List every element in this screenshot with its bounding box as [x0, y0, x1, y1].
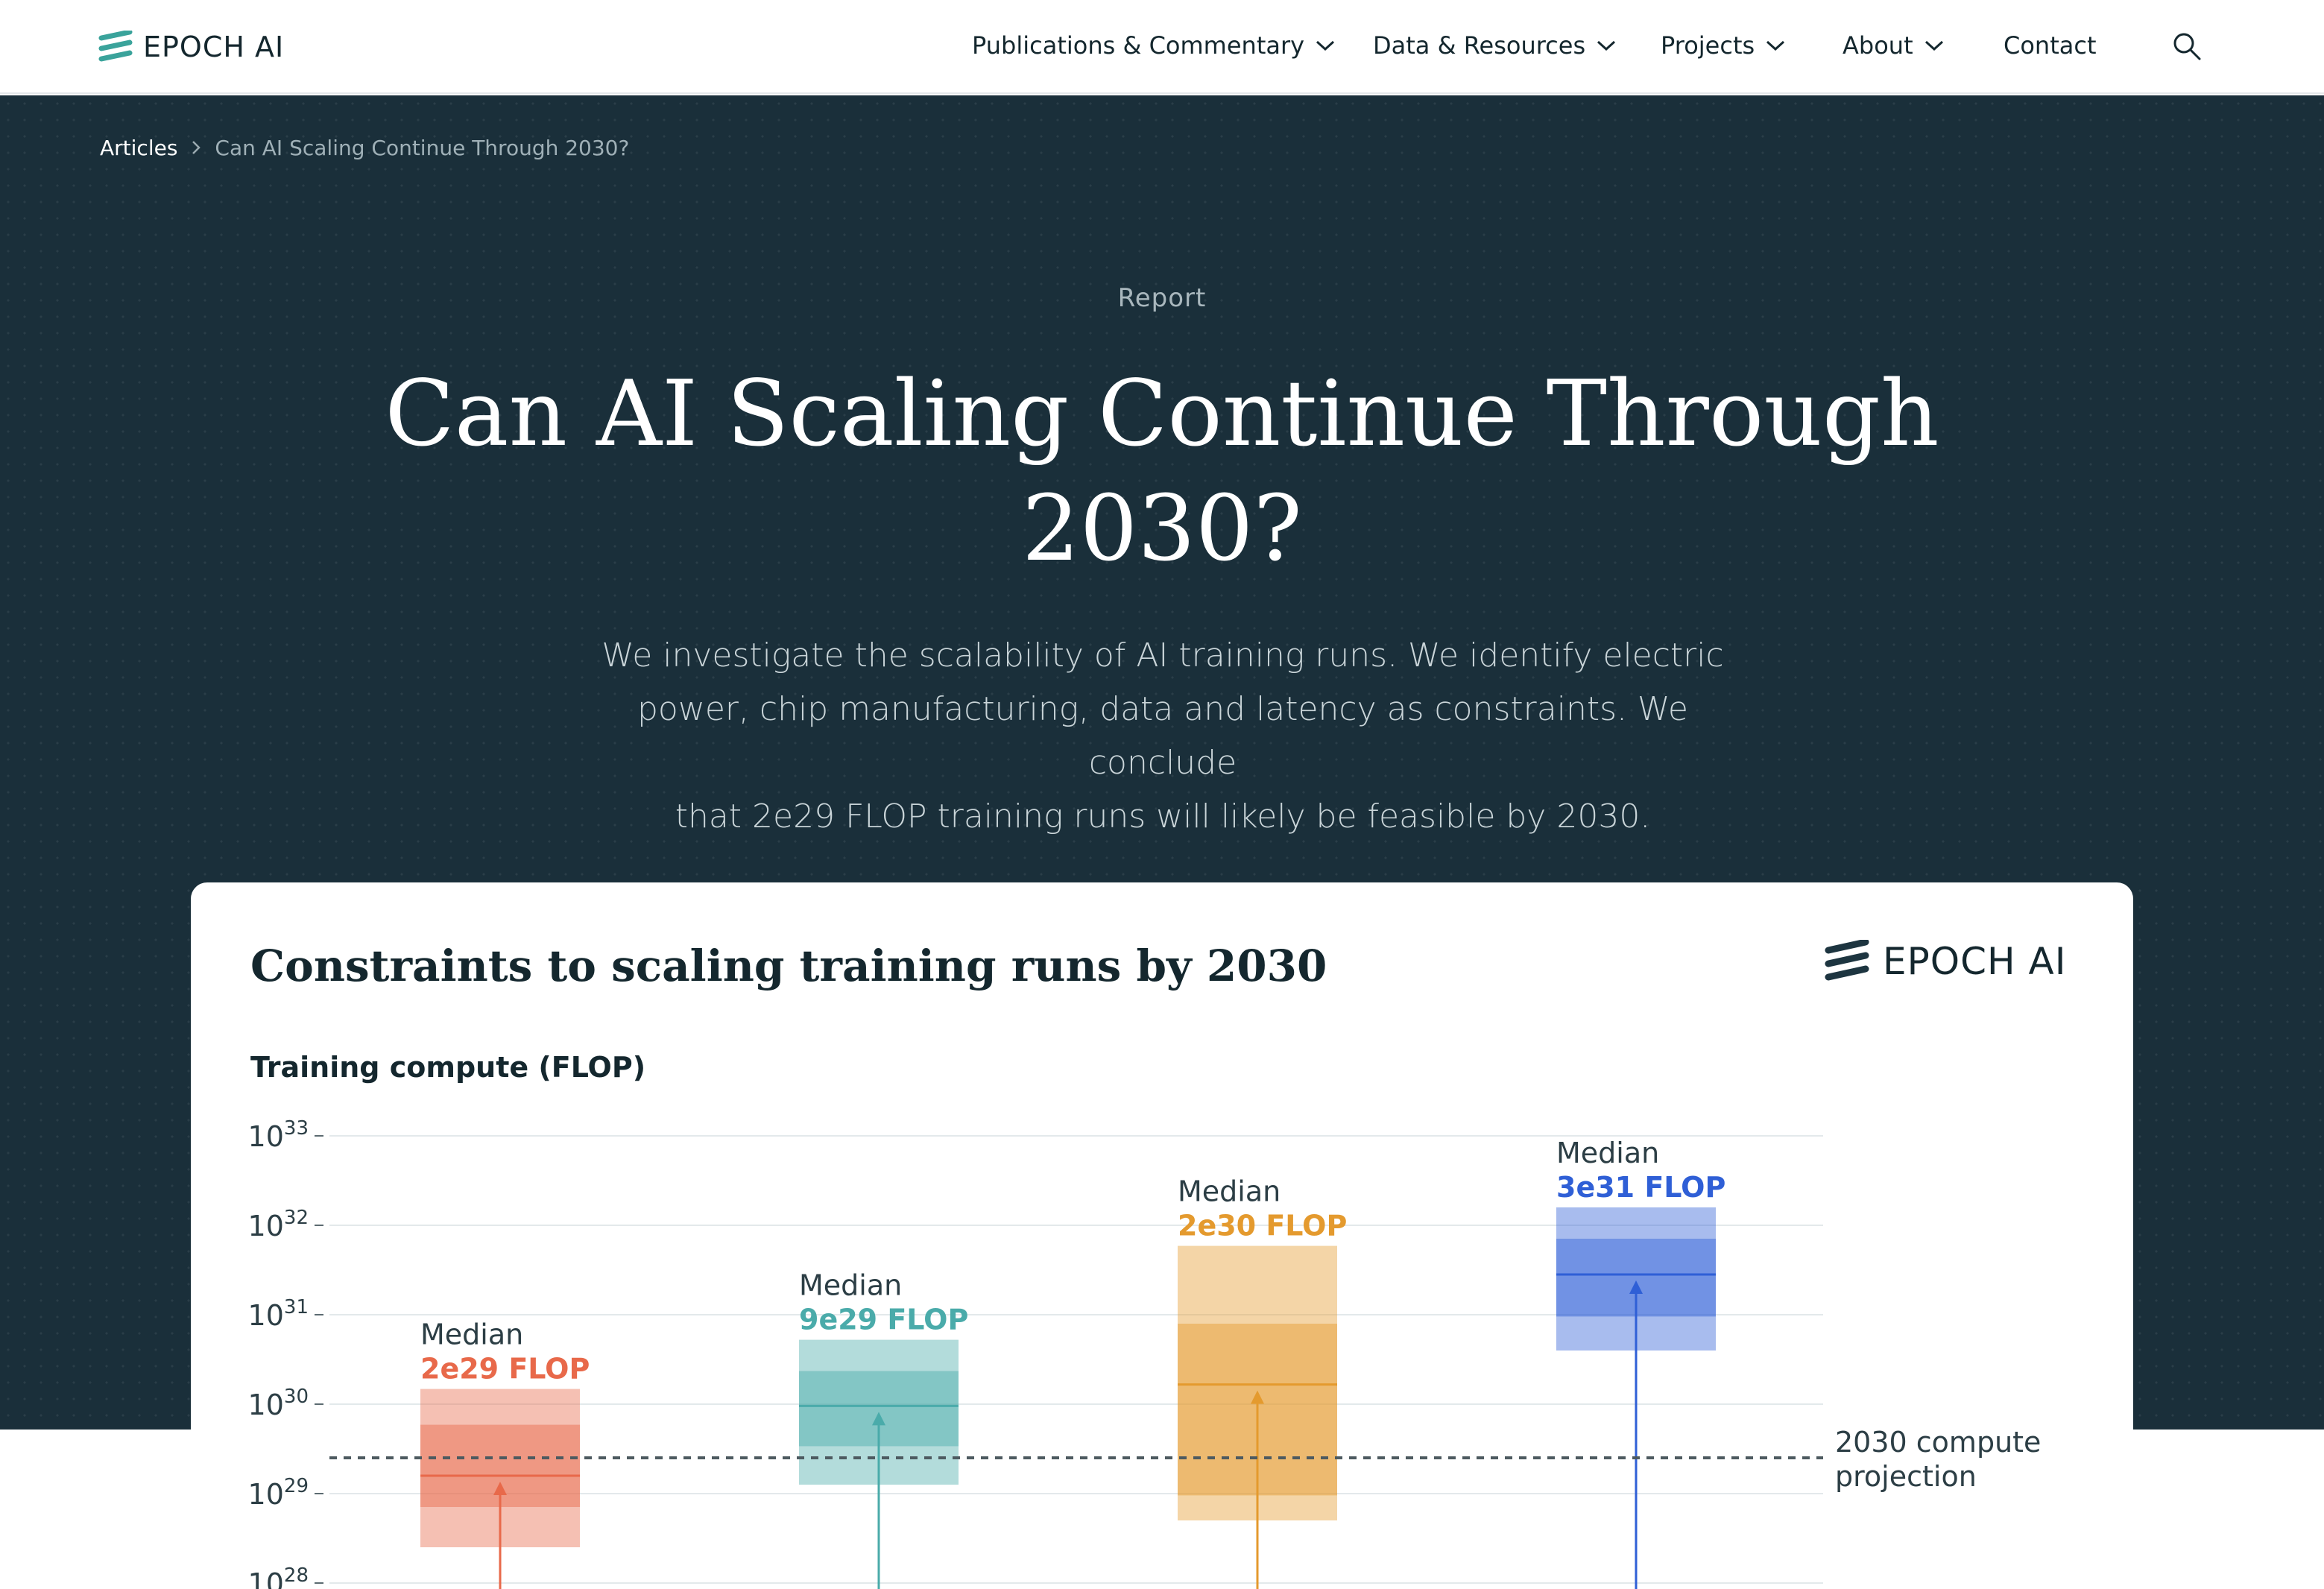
median-word-label: Median	[799, 1269, 902, 1302]
subtitle-line-3: that 2e29 FLOP training runs will likely…	[675, 797, 1651, 835]
median-value-label: 9e29 FLOP	[799, 1304, 968, 1336]
breadcrumb-current: Can AI Scaling Continue Through 2030?	[215, 135, 630, 160]
breadcrumb-articles-link[interactable]: Articles	[100, 136, 177, 160]
median-word-label: Median	[1556, 1137, 1659, 1169]
page-subtitle: We investigate the scalability of AI tra…	[566, 629, 1759, 844]
y-tick-label: 1030	[248, 1386, 309, 1421]
median-word-label: Median	[1178, 1175, 1281, 1208]
nav-item-label: About	[1843, 31, 1913, 60]
projection-label-line-1: 2030 compute	[1835, 1426, 2041, 1459]
constraints-chart: 103310321031103010291028Median2e29 FLOPM…	[248, 1117, 2041, 1589]
nav-item-publications[interactable]: Publications & Commentary	[972, 27, 1336, 64]
chevron-right-icon	[192, 141, 201, 154]
nav-item-label: Projects	[1661, 31, 1755, 60]
projection-label-line-2: projection	[1835, 1460, 1977, 1493]
brand-name: EPOCH AI	[143, 31, 285, 63]
nav-item-about[interactable]: About	[1843, 27, 1945, 64]
brand-logo[interactable]: EPOCH AI	[98, 28, 284, 66]
search-button[interactable]	[2172, 31, 2202, 61]
y-tick-label: 1031	[248, 1296, 309, 1332]
page-title-line-1: Can AI Scaling Continue Through	[385, 361, 1939, 467]
page-title-line-2: 2030?	[1022, 476, 1302, 581]
subtitle-line-2: power, chip manufacturing, data and late…	[637, 690, 1688, 782]
subtitle-line-1: We investigate the scalability of AI tra…	[601, 636, 1724, 675]
epoch-logo-icon	[98, 31, 133, 62]
nav-item-label: Data & Resources	[1373, 31, 1586, 60]
chevron-down-icon	[1316, 40, 1335, 51]
median-word-label: Median	[420, 1318, 523, 1351]
nav-item-label: Contact	[2003, 31, 2097, 60]
article-type-tag: Report	[1117, 283, 1207, 313]
chevron-down-icon	[1766, 40, 1785, 51]
median-value-label: 2e30 FLOP	[1178, 1210, 1347, 1242]
nav-item-label: Publications & Commentary	[972, 31, 1305, 60]
median-value-label: 2e29 FLOP	[420, 1353, 590, 1386]
search-icon	[2173, 33, 2201, 60]
nav-item-projects[interactable]: Projects	[1661, 27, 1786, 64]
chevron-down-icon	[1924, 40, 1943, 51]
nav-item-contact[interactable]: Contact	[2003, 27, 2097, 64]
median-value-label: 3e31 FLOP	[1556, 1171, 1725, 1204]
chart-card: Constraints to scaling training runs by …	[191, 882, 2133, 1589]
page-title: Can AI Scaling Continue Through 2030?	[373, 356, 1951, 586]
top-nav: EPOCH AI Publications & Commentary Data …	[0, 0, 2324, 94]
y-tick-label: 1028	[248, 1564, 309, 1589]
nav-item-data-resources[interactable]: Data & Resources	[1373, 27, 1617, 64]
y-tick-label: 1032	[248, 1207, 309, 1242]
breadcrumb: Articles Can AI Scaling Continue Through…	[100, 133, 629, 162]
y-tick-label: 1033	[248, 1117, 309, 1153]
y-tick-label: 1029	[248, 1475, 309, 1511]
chevron-down-icon	[1597, 40, 1616, 51]
